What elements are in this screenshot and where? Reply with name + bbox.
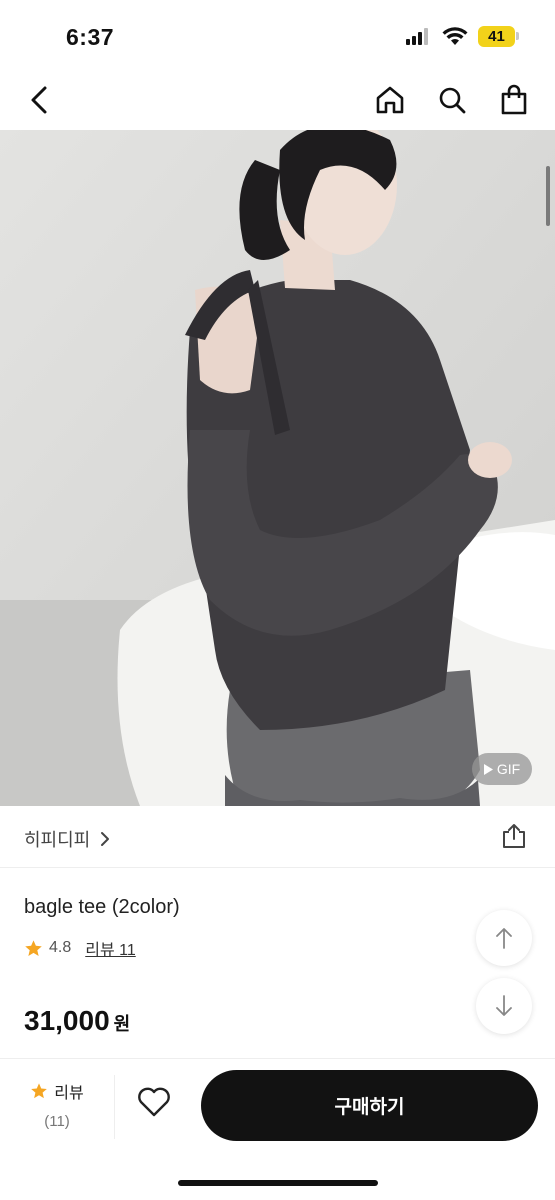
scroll-indicator xyxy=(546,166,550,226)
arrow-up-icon xyxy=(496,928,512,949)
bottom-action-bar: 리뷰 (11) 구매하기 xyxy=(0,1058,555,1200)
review-button-label: 리뷰 xyxy=(54,1085,84,1102)
home-indicator xyxy=(178,1180,378,1186)
heart-icon xyxy=(138,1087,170,1117)
status-time: 6:37 xyxy=(66,24,115,50)
cellular-signal-icon xyxy=(406,28,428,45)
back-button[interactable] xyxy=(20,80,60,120)
product-image[interactable] xyxy=(0,130,555,806)
price-currency: 원 xyxy=(113,1014,131,1034)
product-title: bagle tee (2color) xyxy=(24,896,180,918)
status-bar: 6:37 41 xyxy=(0,0,555,70)
chevron-right-icon xyxy=(101,832,110,846)
rating-row: 4.8 리뷰 11 xyxy=(24,936,136,960)
play-icon xyxy=(483,763,493,775)
arrow-down-icon xyxy=(496,995,512,1016)
cart-button[interactable] xyxy=(494,80,534,120)
share-button[interactable] xyxy=(500,822,528,855)
review-count-link[interactable]: 리뷰 11 xyxy=(85,936,136,960)
review-button-top: 리뷰 xyxy=(0,1079,114,1103)
search-button[interactable] xyxy=(432,80,472,120)
battery-cap xyxy=(516,32,519,40)
brand-link[interactable]: 히피디피 xyxy=(24,826,110,852)
battery-indicator: 41 xyxy=(478,26,515,47)
home-icon xyxy=(376,86,404,114)
gif-badge[interactable]: GIF xyxy=(472,753,532,785)
star-icon xyxy=(25,939,42,956)
top-nav xyxy=(0,70,555,130)
product-photo-illustration xyxy=(0,130,555,806)
brand-name: 히피디피 xyxy=(24,830,91,850)
brand-row: 히피디피 xyxy=(0,806,555,868)
shopping-bag-icon xyxy=(501,84,527,115)
chevron-left-icon xyxy=(31,86,47,114)
rating-value: 4.8 xyxy=(49,939,72,956)
price-amount: 31,000 xyxy=(24,1005,110,1036)
search-icon xyxy=(439,87,466,114)
share-icon xyxy=(503,824,525,848)
home-button[interactable] xyxy=(370,80,410,120)
review-button-count: (11) xyxy=(44,1113,70,1130)
gif-badge-label: GIF xyxy=(496,761,521,777)
star-icon xyxy=(31,1083,48,1099)
price: 31,000 원 xyxy=(24,1005,130,1037)
wifi-icon xyxy=(442,27,468,45)
scroll-top-button[interactable] xyxy=(476,910,532,966)
buy-button[interactable]: 구매하기 xyxy=(201,1070,538,1141)
wishlist-button[interactable] xyxy=(137,1087,171,1122)
scroll-bottom-button[interactable] xyxy=(476,978,532,1034)
review-button[interactable]: 리뷰 (11) xyxy=(0,1075,115,1139)
